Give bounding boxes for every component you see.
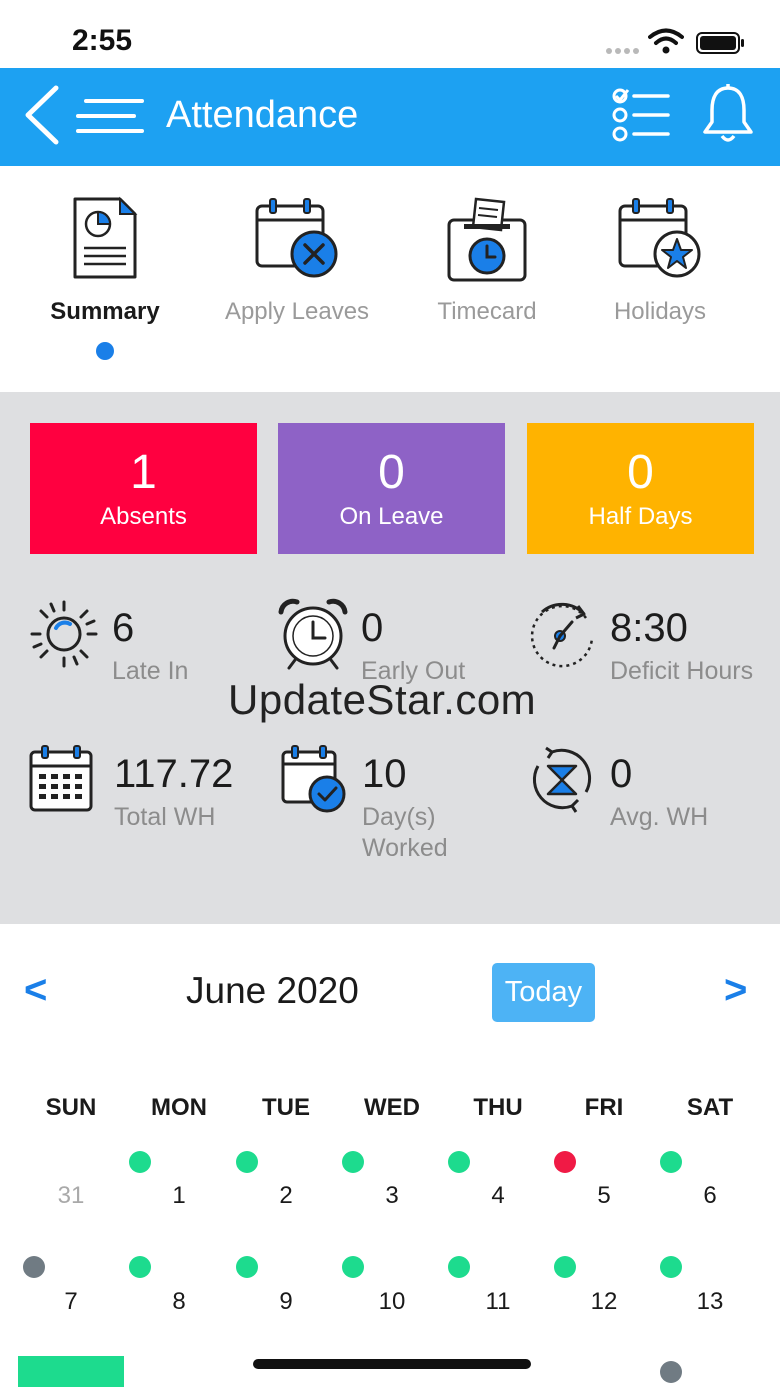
absents-card[interactable]: 1 Absents bbox=[30, 423, 257, 554]
tab-apply-leaves[interactable]: Apply Leaves bbox=[212, 166, 382, 392]
late-in-value: 6 bbox=[112, 606, 135, 650]
early-out-value: 0 bbox=[361, 606, 384, 650]
on-leave-label: On Leave bbox=[339, 503, 444, 530]
days-worked-label: Day(s) Worked bbox=[362, 803, 448, 862]
alarm-clock-icon bbox=[278, 598, 348, 670]
calendar-day[interactable]: 10 bbox=[379, 1288, 406, 1316]
tab-timecard[interactable]: Timecard bbox=[412, 166, 562, 392]
calendar-day[interactable]: 3 bbox=[385, 1182, 398, 1210]
attendance-status-dot bbox=[448, 1256, 470, 1278]
calendar-day[interactable]: 12 bbox=[591, 1288, 618, 1316]
battery-icon bbox=[696, 32, 744, 54]
back-icon[interactable] bbox=[22, 84, 62, 146]
avg-wh-label: Avg. WH bbox=[610, 803, 709, 831]
attendance-status-dot bbox=[554, 1151, 576, 1173]
previous-month-button[interactable]: < bbox=[24, 968, 47, 1013]
bell-icon[interactable] bbox=[700, 84, 756, 144]
deficit-hours-label: Deficit Hours bbox=[610, 657, 754, 685]
hourglass-cycle-icon bbox=[532, 746, 592, 813]
summary-report-icon bbox=[73, 196, 138, 279]
half-days-count: 0 bbox=[627, 446, 654, 499]
half-days-label: Half Days bbox=[588, 503, 693, 530]
tab-summary[interactable]: Summary bbox=[30, 166, 180, 392]
absents-count: 1 bbox=[130, 446, 157, 499]
attendance-status-dot bbox=[554, 1256, 576, 1278]
attendance-status-dot bbox=[660, 1151, 682, 1173]
calendar-day[interactable]: 6 bbox=[703, 1182, 716, 1210]
weekday-header: THU bbox=[473, 1094, 523, 1121]
calendar-day[interactable]: 4 bbox=[491, 1182, 504, 1210]
weekday-header: SUN bbox=[45, 1094, 97, 1121]
on-leave-card[interactable]: 0 On Leave bbox=[278, 423, 505, 554]
on-leave-count: 0 bbox=[378, 446, 405, 499]
attendance-status-dot bbox=[129, 1256, 151, 1278]
tab-apply-leaves-label: Apply Leaves bbox=[224, 298, 370, 325]
attendance-status-dot bbox=[342, 1151, 364, 1173]
selected-day-highlight bbox=[18, 1356, 124, 1387]
weekday-header: MON bbox=[151, 1094, 207, 1121]
calendar-day[interactable]: 31 bbox=[58, 1182, 85, 1210]
sun-icon bbox=[30, 600, 98, 668]
signal-icon bbox=[606, 48, 639, 54]
hamburger-menu-icon[interactable] bbox=[76, 98, 144, 134]
calendar-cancel-icon bbox=[255, 198, 338, 278]
active-tab-indicator bbox=[96, 342, 114, 360]
deficit-hours-value: 8:30 bbox=[610, 606, 688, 650]
calendar-day[interactable]: 8 bbox=[172, 1288, 185, 1316]
tab-summary-label: Summary bbox=[50, 298, 160, 325]
wifi-icon bbox=[648, 28, 684, 54]
total-wh-value: 117.72 bbox=[114, 752, 234, 796]
absents-label: Absents bbox=[100, 503, 187, 530]
watermark-text: UpdateStar.com bbox=[228, 676, 537, 723]
calendar-check-icon bbox=[281, 745, 346, 813]
page-title: Attendance bbox=[166, 94, 359, 136]
total-wh-label: Total WH bbox=[114, 803, 216, 831]
attendance-status-dot bbox=[660, 1361, 682, 1383]
weekday-header: TUE bbox=[262, 1094, 310, 1121]
attendance-status-dot bbox=[236, 1256, 258, 1278]
checklist-icon[interactable] bbox=[612, 88, 670, 142]
timecard-icon bbox=[447, 197, 527, 282]
deficit-clock-icon bbox=[530, 602, 594, 668]
attendance-status-dot bbox=[448, 1151, 470, 1173]
attendance-summary: 1 Absents 0 On Leave 0 Half Days 6 Late … bbox=[0, 392, 780, 924]
app-header: Attendance bbox=[0, 68, 780, 166]
tab-holidays-label: Holidays bbox=[613, 298, 707, 325]
today-button[interactable]: Today bbox=[492, 963, 595, 1022]
days-worked-value: 10 bbox=[362, 752, 407, 796]
calendar-day[interactable]: 13 bbox=[697, 1288, 724, 1316]
attendance-status-dot bbox=[129, 1151, 151, 1173]
attendance-status-dot bbox=[342, 1256, 364, 1278]
attendance-status-dot bbox=[660, 1256, 682, 1278]
attendance-status-dot bbox=[23, 1256, 45, 1278]
calendar-day[interactable]: 1 bbox=[172, 1182, 185, 1210]
half-days-card[interactable]: 0 Half Days bbox=[527, 423, 754, 554]
avg-wh-value: 0 bbox=[610, 752, 633, 796]
attendance-status-dot bbox=[236, 1151, 258, 1173]
calendar-grid-icon bbox=[29, 745, 93, 812]
calendar-day[interactable]: 11 bbox=[486, 1288, 511, 1316]
tab-holidays[interactable]: Holidays bbox=[590, 166, 730, 392]
calendar-day[interactable]: 7 bbox=[64, 1288, 77, 1316]
status-time: 2:55 bbox=[72, 24, 133, 57]
weekday-header: FRI bbox=[584, 1094, 624, 1121]
home-indicator bbox=[253, 1359, 531, 1369]
tab-bar: Summary Apply Leaves Timecard Holidays bbox=[0, 166, 780, 392]
next-month-button[interactable]: > bbox=[724, 968, 747, 1013]
status-bar: 2:55 bbox=[0, 0, 780, 68]
calendar-day[interactable]: 5 bbox=[597, 1182, 610, 1210]
weekday-header: WED bbox=[364, 1094, 420, 1121]
calendar-day[interactable]: 9 bbox=[279, 1288, 292, 1316]
calendar-month-label: June 2020 bbox=[186, 970, 359, 1011]
tab-timecard-label: Timecard bbox=[437, 298, 537, 325]
calendar-star-icon bbox=[618, 198, 701, 278]
weekday-header: SAT bbox=[686, 1094, 734, 1121]
calendar-day[interactable]: 2 bbox=[279, 1182, 292, 1210]
